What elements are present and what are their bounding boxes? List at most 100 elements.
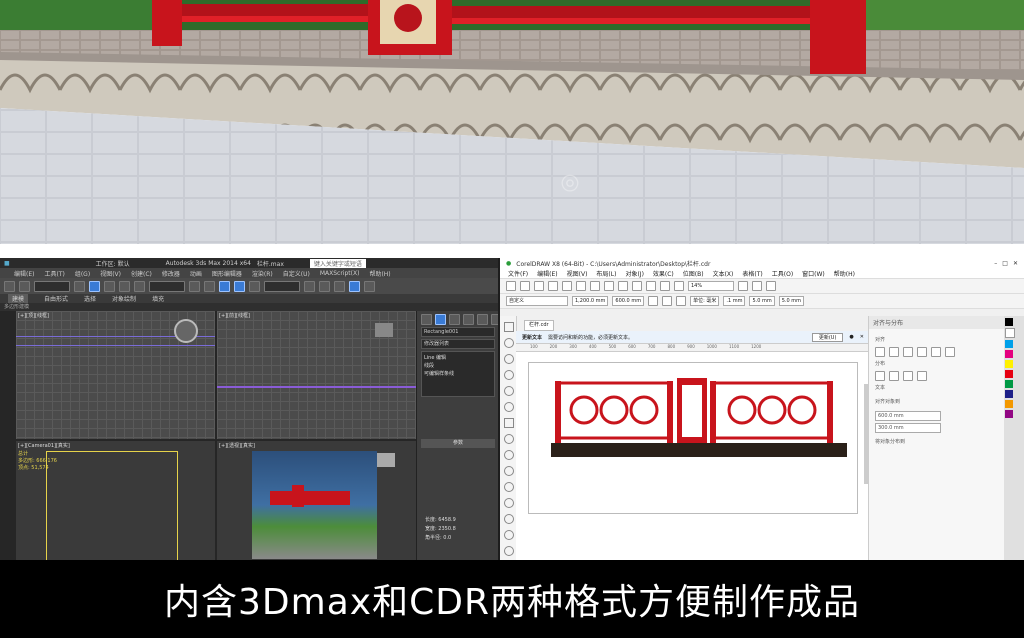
swatch-magenta[interactable] — [1005, 350, 1013, 358]
paste-icon[interactable] — [590, 281, 600, 291]
max-menu-item-10[interactable]: MAXScript(X) — [320, 270, 360, 277]
move-icon[interactable] — [104, 280, 115, 292]
ellipse-tool-icon[interactable] — [504, 434, 514, 444]
export-icon[interactable] — [660, 281, 670, 291]
max-menu-item-6[interactable]: 动画 — [190, 269, 202, 278]
swatch-blue[interactable] — [1005, 390, 1013, 398]
crop-tool-icon[interactable] — [504, 354, 514, 364]
parameters-rollout[interactable]: 参数 — [421, 439, 495, 448]
close-icon[interactable]: ✕ — [1013, 260, 1018, 267]
save-icon[interactable] — [534, 281, 544, 291]
page-preset-dropdown[interactable]: 自定义 — [506, 296, 568, 306]
utilities-tab-icon[interactable] — [491, 314, 498, 325]
max-menu-item-7[interactable]: 图形编辑器 — [212, 269, 242, 278]
options-icon[interactable] — [766, 281, 776, 291]
max-ribbon-tab-4[interactable]: 填充 — [152, 294, 164, 303]
corner-radius-field[interactable]: 角半径: 0.0 — [425, 534, 456, 543]
shape-tool-icon[interactable] — [504, 338, 514, 348]
document-tab[interactable]: 栏杆.cdr — [524, 320, 554, 331]
max-menu-item-8[interactable]: 渲染(R) — [252, 269, 273, 278]
align-center-icon[interactable] — [889, 347, 899, 357]
y-position-field[interactable]: 300.0 mm — [875, 423, 941, 433]
hierarchy-tab-icon[interactable] — [449, 314, 460, 325]
zoom-tool-icon[interactable] — [504, 370, 514, 380]
display-tab-icon[interactable] — [477, 314, 488, 325]
full-screen-icon[interactable] — [738, 281, 748, 291]
stack-item[interactable]: Line 编辑 — [424, 354, 492, 362]
distribute-left-icon[interactable] — [875, 371, 885, 381]
snap-icon[interactable] — [189, 280, 200, 292]
swatch-green[interactable] — [1005, 380, 1013, 388]
close-info-icon[interactable]: ✕ — [860, 334, 868, 340]
cdr-menu-item-10[interactable]: 窗口(W) — [802, 269, 825, 278]
x-position-field[interactable]: 600.0 mm — [875, 411, 941, 421]
distribute-center-icon[interactable] — [889, 371, 899, 381]
help-icon[interactable]: ● — [849, 334, 853, 340]
cdr-menu-item-5[interactable]: 效果(C) — [653, 269, 674, 278]
zoom-level-dropdown[interactable]: 14% — [688, 281, 734, 291]
distribute-section[interactable]: 分布 — [875, 357, 1001, 371]
freehand-tool-icon[interactable] — [504, 386, 514, 396]
duplicate-y-field[interactable]: 5.0 mm — [778, 296, 805, 306]
search-icon[interactable] — [632, 281, 642, 291]
max-menu-item-11[interactable]: 帮助(H) — [369, 269, 390, 278]
max-menu-item-9[interactable]: 自定义(U) — [283, 269, 310, 278]
max-menu-item-0[interactable]: 编辑(E) — [14, 269, 34, 278]
drawing-canvas[interactable]: 100 200 300 400 500 600 700 800 900 1000 1100 1200 — [516, 344, 868, 560]
viewport-top[interactable]: [+][顶][线框] — [16, 311, 215, 439]
parallel-dimension-icon[interactable] — [504, 482, 514, 492]
max-menu-item-3[interactable]: 视图(V) — [100, 269, 121, 278]
align-to-section[interactable]: 对齐对象到 — [875, 395, 1001, 409]
max-menu-item-1[interactable]: 工具(T) — [44, 269, 64, 278]
align-middle-icon[interactable] — [931, 347, 941, 357]
minimize-icon[interactable]: – — [994, 260, 997, 267]
undo-icon[interactable] — [4, 280, 15, 292]
render-frame-icon[interactable] — [349, 280, 360, 292]
swatch-white[interactable] — [1005, 328, 1015, 338]
nudge-field[interactable]: .1 mm — [723, 296, 746, 306]
align-top-icon[interactable] — [917, 347, 927, 357]
landscape-icon[interactable] — [662, 296, 673, 306]
swatch-yellow[interactable] — [1005, 360, 1013, 368]
artistic-media-icon[interactable] — [504, 402, 514, 412]
portrait-icon[interactable] — [648, 296, 659, 306]
cdr-menu-item-0[interactable]: 文件(F) — [508, 269, 528, 278]
cdr-menu-item-4[interactable]: 对象(J) — [625, 269, 643, 278]
modifier-stack[interactable]: Line 编辑 线段 可编辑样条线 — [421, 351, 495, 397]
viewcube-icon[interactable] — [377, 453, 395, 467]
shadow-tool-icon[interactable] — [504, 514, 514, 524]
pick-tool-icon[interactable] — [504, 322, 514, 332]
redo-icon[interactable] — [19, 280, 30, 292]
cdr-menu-item-6[interactable]: 位图(B) — [683, 269, 704, 278]
layer-icon[interactable] — [249, 280, 260, 292]
cdr-menu-item-1[interactable]: 编辑(E) — [537, 269, 557, 278]
max-search-input[interactable]: 键入关键字或短语 — [309, 258, 366, 268]
selection-filter-dropdown[interactable] — [34, 280, 70, 292]
viewport-top-label[interactable]: [+][顶][线框] — [18, 312, 49, 319]
units-dropdown[interactable]: 单位: 毫米 — [690, 296, 720, 306]
object-name-field[interactable]: Rectangle001 — [421, 327, 495, 337]
distribute-to-section[interactable]: 将对象分布到 — [875, 435, 1001, 449]
max-ribbon-tab-1[interactable]: 自由形式 — [44, 294, 68, 303]
open-icon[interactable] — [520, 281, 530, 291]
length-field[interactable]: 长度: 6458.9 — [425, 516, 456, 525]
angle-snap-icon[interactable] — [204, 280, 215, 292]
teapot-icon[interactable] — [364, 280, 375, 292]
publish-icon[interactable] — [674, 281, 684, 291]
connector-icon[interactable] — [504, 498, 514, 508]
cdr-menu-item-8[interactable]: 表格(T) — [742, 269, 762, 278]
rotate-icon[interactable] — [119, 280, 130, 292]
transparency-icon[interactable] — [504, 530, 514, 540]
modify-tab-icon[interactable] — [435, 314, 446, 325]
max-workspace[interactable]: 工作区: 默认 — [96, 259, 130, 268]
viewport-perspective[interactable]: [+][透视][真实] — [217, 441, 416, 560]
undo-icon[interactable] — [604, 281, 614, 291]
align-bottom-icon[interactable] — [945, 347, 955, 357]
page-width-field[interactable]: 1,200.0 mm — [572, 296, 609, 306]
swatch-red[interactable] — [1005, 370, 1013, 378]
swatch-orange[interactable] — [1005, 400, 1013, 408]
max-ribbon-tab-2[interactable]: 选择 — [84, 294, 96, 303]
distribute-spacing-icon[interactable] — [917, 371, 927, 381]
eyedropper-icon[interactable] — [504, 546, 514, 556]
duplicate-x-field[interactable]: 5.0 mm — [749, 296, 775, 306]
